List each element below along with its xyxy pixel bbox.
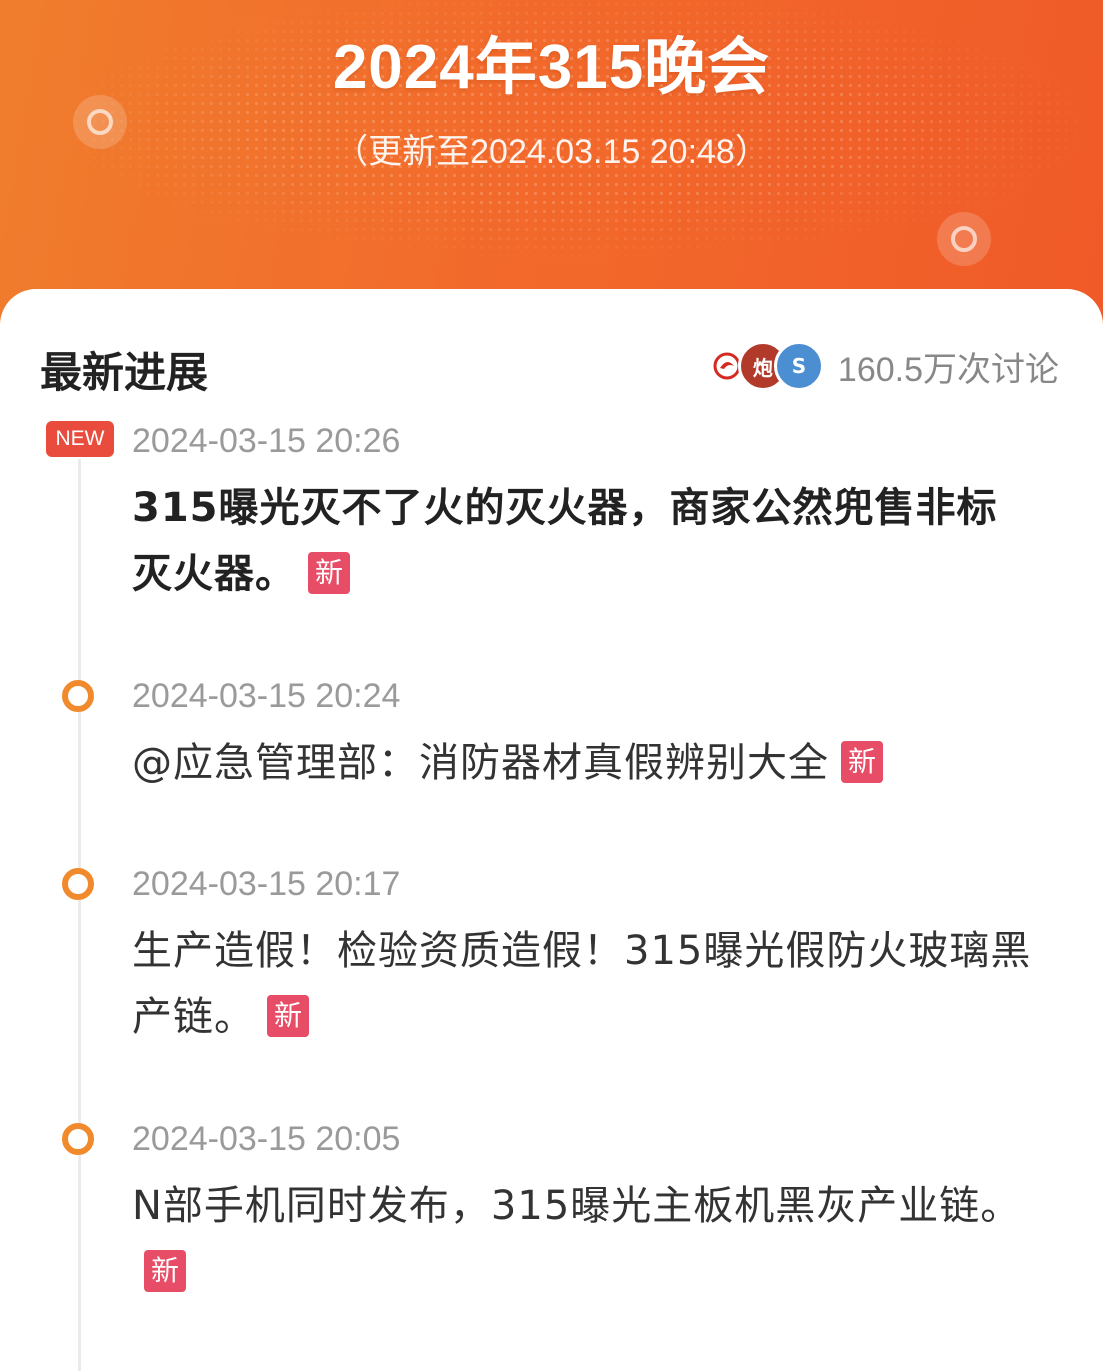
new-tag: 新	[144, 1250, 186, 1292]
header-banner: 2024年315晚会 （更新至2024.03.15 20:48）	[0, 0, 1103, 330]
avatar: S	[773, 341, 824, 391]
timeline-text[interactable]: N部手机同时发布，315曝光主板机黑灰产业链。新	[132, 1173, 1032, 1305]
new-tag: 新	[841, 741, 883, 783]
new-tag: 新	[267, 995, 309, 1037]
timeline-time: 2024-03-15 20:05	[132, 1120, 401, 1158]
timeline-time: 2024-03-15 20:24	[132, 677, 401, 715]
discussion-count: 160.5万次讨论	[837, 350, 1059, 389]
timeline-text[interactable]: 生产造假！检验资质造假！315曝光假防火玻璃黑产链。新	[132, 918, 1032, 1050]
new-tag: 新	[308, 552, 350, 594]
progress-card: 最新进展 炮 S 160.5万次讨论 NEW 2024-03-15 20:26 …	[0, 289, 1103, 1371]
timeline-dot-icon	[62, 680, 94, 712]
page-title: 2024年315晚会	[332, 33, 771, 102]
news-timeline: NEW 2024-03-15 20:26 315曝光灭不了火的灭火器，商家公然兜…	[0, 419, 1103, 1371]
timeline-text[interactable]: 315曝光灭不了火的灭火器，商家公然兜售非标灭火器。新	[132, 475, 1032, 607]
timeline-text[interactable]: @应急管理部：消防器材真假辨别大全新	[132, 730, 1032, 796]
timeline-time: 2024-03-15 20:26	[132, 422, 401, 460]
discussion-summary[interactable]: 炮 S 160.5万次讨论	[701, 341, 1059, 391]
timeline-dot-icon	[62, 1123, 94, 1155]
avatar-group: 炮 S	[701, 341, 824, 391]
timeline-time: 2024-03-15 20:17	[132, 865, 401, 903]
timeline-dot-icon	[62, 868, 94, 900]
section-title: 最新进展	[40, 348, 209, 397]
map-marker-icon	[937, 212, 991, 266]
timeline-line	[78, 459, 81, 1371]
new-badge: NEW	[46, 421, 114, 457]
update-time: （更新至2024.03.15 20:48）	[334, 133, 769, 171]
page: 2024年315晚会 （更新至2024.03.15 20:48） 最新进展 炮 …	[0, 0, 1103, 1371]
